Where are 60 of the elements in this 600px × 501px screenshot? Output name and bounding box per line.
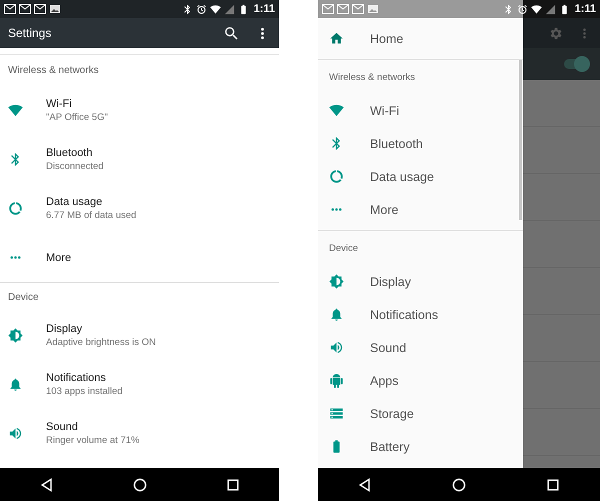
section-header: Wireless & networks	[329, 72, 416, 82]
mail-icon	[352, 4, 364, 14]
mail-icon	[322, 4, 334, 14]
settings-item[interactable]: Sound Ringer volume at 71%	[0, 409, 279, 458]
screen-title: Settings	[8, 26, 52, 40]
status-time: 1:11	[254, 3, 275, 15]
search-icon[interactable]	[223, 24, 240, 42]
speaker-icon	[8, 426, 23, 441]
bluetooth-icon	[182, 4, 193, 14]
data-usage-icon	[329, 169, 344, 184]
recents-icon[interactable]	[545, 476, 561, 492]
settings-item[interactable]: Bluetooth Disconnected	[0, 135, 279, 184]
mail-icon	[4, 4, 16, 14]
settings-item[interactable]: Wi-Fi "AP Office 5G"	[0, 86, 279, 135]
brightness-icon	[329, 274, 344, 289]
settings-item[interactable]: Data usage 6.77 MB of data used	[0, 184, 279, 233]
drawer-item[interactable]: Storage	[318, 397, 517, 430]
bluetooth-icon	[502, 4, 514, 14]
image-icon	[367, 4, 379, 14]
bell-icon	[329, 307, 344, 322]
mail-icon	[34, 4, 46, 14]
alarm-icon	[516, 4, 528, 14]
signal-icon	[544, 4, 556, 14]
home-icon	[329, 31, 344, 46]
wifi-icon	[329, 103, 344, 118]
image-icon	[49, 4, 61, 14]
mail-icon	[19, 4, 31, 14]
drawer-item[interactable]: More	[318, 193, 517, 226]
home-button-icon[interactable]	[132, 476, 148, 492]
wifi-icon	[210, 4, 221, 14]
data-usage-icon	[8, 201, 23, 216]
drawer-item[interactable]: Sound	[318, 331, 517, 364]
settings-item[interactable]: Notifications 103 apps installed	[0, 360, 279, 409]
android-icon	[329, 373, 344, 388]
bell-icon	[8, 377, 23, 392]
drawer-item[interactable]: Battery	[318, 430, 517, 463]
home-button-icon[interactable]	[451, 476, 467, 492]
drawer-item[interactable]: Notifications	[318, 298, 517, 331]
drawer-item[interactable]: Wi-Fi	[318, 94, 517, 127]
wifi-icon	[530, 4, 542, 14]
storage-icon	[329, 406, 344, 421]
section-header: Device	[329, 242, 358, 254]
settings-item[interactable]: More	[0, 233, 279, 282]
section-header: Wireless & networks	[8, 65, 99, 76]
drawer-item[interactable]: Apps	[318, 364, 517, 397]
alarm-icon	[196, 4, 207, 14]
section-header: Device	[8, 292, 39, 302]
mail-icon	[337, 4, 349, 14]
speaker-icon	[329, 340, 344, 355]
wifi-icon	[8, 103, 23, 118]
gear-icon	[548, 26, 563, 40]
drawer-item[interactable]: Display	[318, 265, 517, 298]
settings-item[interactable]: Display Adaptive brightness is ON	[0, 311, 279, 360]
status-time: 1:11	[574, 3, 596, 15]
brightness-icon	[8, 328, 23, 343]
drawer-item[interactable]: Data usage	[318, 160, 517, 193]
signal-icon	[224, 4, 235, 14]
recents-icon[interactable]	[224, 476, 240, 492]
back-icon[interactable]	[38, 476, 54, 492]
drawer-item[interactable]: Bluetooth	[318, 127, 517, 160]
